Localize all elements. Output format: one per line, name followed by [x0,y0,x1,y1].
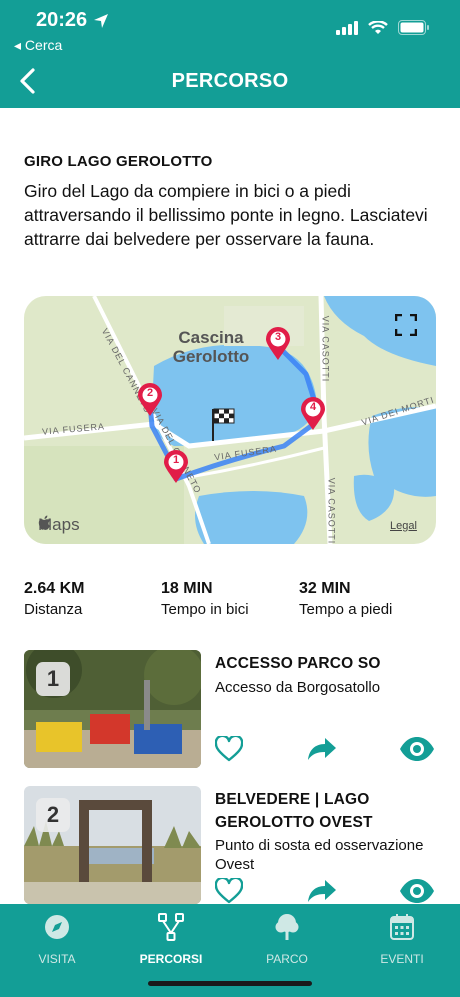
fullscreen-icon[interactable] [395,314,417,336]
maps-brand: Maps [38,515,80,535]
stat-walk-time: 32 MIN Tempo a piedi [299,580,392,618]
poi-title: ACCESSO PARCO SO [215,655,381,672]
eye-icon[interactable] [399,878,435,904]
map-marker[interactable]: 2 [137,383,163,417]
home-indicator [148,981,312,986]
stat-distance: 2.64 KM Distanza [24,580,84,618]
stat-label: Tempo in bici [161,601,249,618]
map-marker-number: 1 [172,454,180,466]
finish-flag-icon [212,408,235,441]
map-place-label: Cascina Gerolotto [156,328,266,366]
status-time-text: 20:26 [36,9,88,31]
status-time: 20:26 [36,9,109,32]
poi-subtitle: Punto di sosta ed osservazione Ovest [215,837,424,873]
map-place-label-line1: Cascina [178,328,244,347]
map-marker-number: 4 [309,401,317,413]
tab-label: EVENTI [380,952,424,966]
compass-icon [45,915,69,939]
poi-photo[interactable]: 1 [24,650,201,768]
tab-eventi[interactable]: EVENTI [357,912,447,966]
status-icons [336,20,430,35]
battery-icon [398,20,429,35]
stat-label: Distanza [24,601,83,618]
poi-number-badge: 1 [36,662,70,696]
map-place-label-line2: Gerolotto [172,347,250,366]
heart-icon[interactable] [215,736,243,762]
stat-value: 32 MIN [299,580,351,597]
tree-icon [275,914,299,940]
route-description: Giro del Lago da compiere in bici o a pi… [24,181,428,249]
calendar-icon [390,914,414,940]
stat-value: 18 MIN [161,580,213,597]
poi-card[interactable]: 1 ACCESSO PARCO SO Accesso da Borgosatol… [24,650,444,768]
apple-logo-icon [38,515,50,530]
poi-card[interactable]: 2 BELVEDERE | LAGO GEROLOTTO OVEST Punto… [24,786,444,904]
stat-label: Tempo a piedi [299,601,393,618]
tab-parco[interactable]: PARCO [242,912,332,966]
back-to-search-link[interactable]: ◂ Cerca [14,37,62,54]
map-marker[interactable]: 4 [300,397,326,431]
road-label: VIA CASOTTI [326,477,337,544]
poi-number-badge: 2 [36,798,70,832]
tab-label: VISITA [38,952,76,966]
share-icon[interactable] [307,736,337,762]
wifi-icon [368,20,388,34]
eye-icon[interactable] [399,736,435,762]
map-legal-link[interactable]: Legal [390,520,417,532]
location-arrow-icon [94,13,109,28]
poi-actions [215,736,444,766]
tab-percorsi[interactable]: PERCORSI [126,912,216,966]
tab-label: PERCORSI [139,952,203,966]
map-marker-number: 3 [274,331,282,343]
map-marker-number: 2 [146,387,154,399]
map-marker[interactable]: 3 [265,327,291,361]
map-marker[interactable]: 1 [163,450,189,484]
route-title: GIRO LAGO GEROLOTTO [24,153,213,170]
route-icon [158,913,184,941]
road-label: VIA CASOTTI [320,315,331,383]
tab-label: PARCO [266,952,308,966]
stat-value: 2.64 KM [24,580,85,597]
poi-photo[interactable]: 2 [24,786,201,904]
heart-icon[interactable] [215,878,243,904]
share-icon[interactable] [307,878,337,904]
route-map[interactable]: Cascina Gerolotto VIA FUSERA VIA FUSERA … [24,296,436,544]
tab-visita[interactable]: VISITA [12,912,102,966]
app-header: 20:26 ◂ Cerca PERCORSO [0,0,460,108]
poi-subtitle: Accesso da Borgosatollo [215,679,381,696]
poi-title: BELVEDERE | LAGO GEROLOTTO OVEST [215,791,373,831]
page-title: PERCORSO [171,70,289,92]
signal-icon [336,20,358,35]
stat-bike-time: 18 MIN Tempo in bici [161,580,249,618]
